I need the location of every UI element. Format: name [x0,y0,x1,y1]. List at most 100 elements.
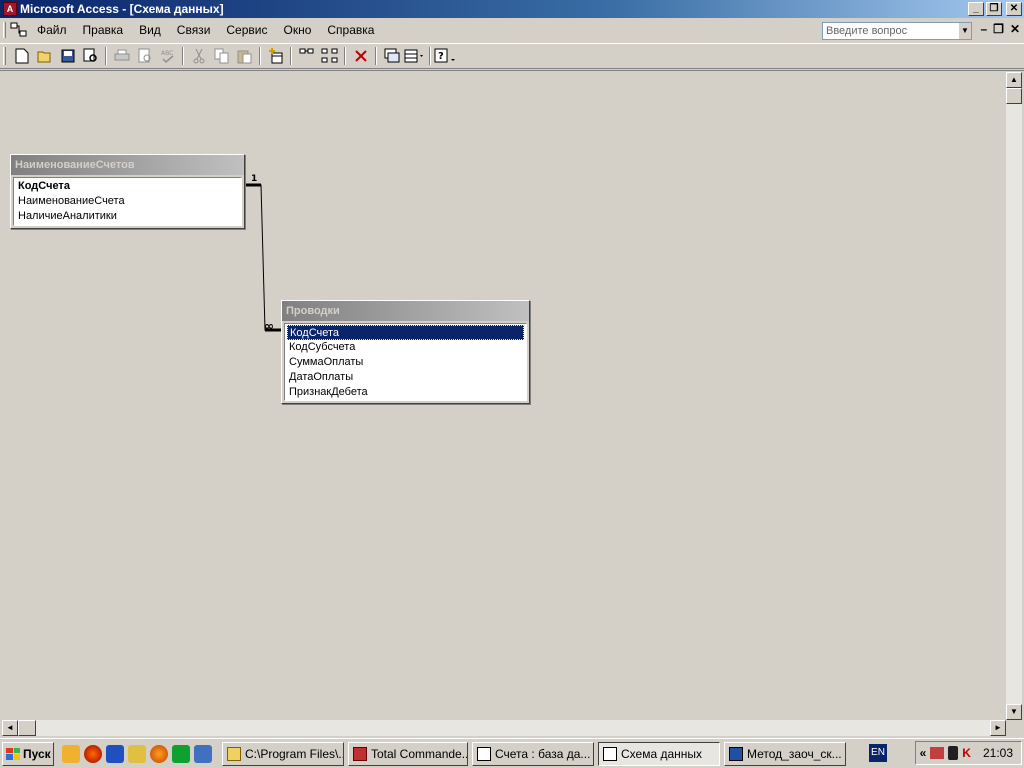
show-table-icon[interactable] [264,45,287,67]
svg-text:ABC: ABC [161,50,173,57]
relationships-window-icon[interactable] [10,22,28,38]
field-item-key[interactable]: КодСчета [16,179,239,194]
toolbar-grip[interactable] [3,47,6,65]
relationship-toolbar: ABC ? [0,43,1024,69]
horizontal-scrollbar[interactable]: ◄ ► [2,720,1006,736]
field-list-title[interactable]: НаименованиеСчетов [11,155,244,175]
task-word-document[interactable]: Метод_заоч_ск... [724,741,846,766]
field-item[interactable]: НаименованиеСчета [16,194,239,209]
field-item[interactable]: СуммаОплаты [287,355,524,370]
task-relationships[interactable]: Схема данных [598,741,720,766]
task-database[interactable]: Счета : база да... [472,741,594,766]
toolbar-separator [344,47,346,65]
doc-close-button[interactable]: ✕ [1010,22,1020,36]
spelling-icon[interactable]: ABC [156,45,179,67]
svg-text:?: ? [438,51,444,62]
title-bar: A Microsoft Access - [Схема данных] _ ❐ … [0,0,1024,18]
tool-icon[interactable] [128,744,146,763]
access-app-icon[interactable]: A [3,2,17,16]
doc-minimize-button[interactable]: – [980,22,987,36]
search-icon[interactable] [79,45,102,67]
delete-icon[interactable] [349,45,372,67]
task-total-commander[interactable]: Total Commande... [348,741,468,766]
field-list-body: КодСчета КодСубсчета СуммаОплаты ДатаОпл… [284,323,527,401]
language-indicator[interactable]: EN [869,744,887,762]
doc-restore-button[interactable]: ❐ [993,22,1004,36]
copy-icon[interactable] [210,45,233,67]
firefox-icon[interactable] [150,744,168,763]
disk-tool-icon[interactable] [106,744,124,763]
traffic-light-icon[interactable] [948,746,959,760]
print-icon[interactable] [110,45,133,67]
antivirus-icon[interactable]: K [962,746,971,760]
print-preview-icon[interactable] [133,45,156,67]
field-item[interactable]: НаличиеАналитики [16,209,239,224]
task-label: Счета : база да... [495,746,591,761]
field-list-title[interactable]: Проводки [282,301,529,321]
new-object-dropdown-icon[interactable] [403,45,426,67]
scroll-up-button[interactable]: ▲ [1006,72,1022,88]
clock[interactable]: 21:03 [983,746,1013,760]
field-list-postings[interactable]: Проводки КодСчета КодСубсчета СуммаОплат… [281,300,530,404]
chevron-down-icon[interactable]: ▼ [959,23,971,39]
field-item[interactable]: ДатаОплаты [287,370,524,385]
toolbar-separator [182,47,184,65]
field-item[interactable]: КодСубсчета [287,340,524,355]
toolbar-separator [429,47,431,65]
toolbar-separator [375,47,377,65]
relationships-icon [603,746,617,761]
new-object-icon[interactable] [380,45,403,67]
menu-view[interactable]: Вид [131,21,169,39]
system-tray: « K 21:03 [914,741,1022,765]
start-label: Пуск [23,746,51,761]
media-player-icon[interactable] [84,744,102,763]
paste-icon[interactable] [233,45,256,67]
task-label: Схема данных [621,746,703,761]
word-icon [729,746,743,761]
menu-help[interactable]: Справка [319,21,382,39]
vertical-scroll-thumb[interactable] [1006,88,1022,104]
task-label: C:\Program Files\... [245,746,344,761]
toolbar-separator [259,47,261,65]
show-desktop-icon[interactable] [194,744,212,763]
menu-relationships[interactable]: Связи [169,21,219,39]
task-label: Total Commande... [371,746,468,761]
quick-launch [62,744,212,763]
quick-launch-app-icon[interactable] [62,744,80,763]
window-title: Microsoft Access - [Схема данных] [20,2,224,16]
tray-expand-icon[interactable]: « [920,746,927,760]
app-launcher-icon[interactable] [172,744,190,763]
field-item-selected[interactable]: КодСчета [287,325,524,340]
new-icon[interactable] [10,45,33,67]
menu-file[interactable]: Файл [33,21,75,39]
scroll-left-button[interactable]: ◄ [2,720,18,736]
menu-window[interactable]: Окно [275,21,319,39]
scroll-down-button[interactable]: ▼ [1006,704,1022,720]
start-button[interactable]: Пуск [2,741,54,766]
close-button[interactable]: ✕ [1006,2,1022,16]
scroll-right-button[interactable]: ► [990,720,1006,736]
horizontal-scroll-thumb[interactable] [18,720,36,736]
save-icon[interactable] [56,45,79,67]
ask-question-input[interactable]: Введите вопрос ▼ [822,22,972,40]
vertical-scrollbar[interactable]: ▲ ▼ [1006,72,1022,720]
field-list-accounts[interactable]: НаименованиеСчетов КодСчета Наименование… [10,154,245,229]
minimize-button[interactable]: _ [968,2,984,16]
access-db-icon [477,746,491,761]
menu-edit[interactable]: Правка [75,21,132,39]
open-icon[interactable] [33,45,56,67]
cut-icon[interactable] [187,45,210,67]
show-direct-icon[interactable] [295,45,318,67]
show-all-icon[interactable] [318,45,341,67]
help-icon[interactable]: ? [434,45,457,67]
restore-button[interactable]: ❐ [986,2,1002,16]
menu-grip[interactable] [3,22,6,38]
field-item[interactable]: ПризнакДебета [287,385,524,400]
network-icon[interactable] [930,747,945,759]
menu-tools[interactable]: Сервис [218,21,275,39]
task-explorer[interactable]: C:\Program Files\... [222,741,344,766]
ask-question-placeholder: Введите вопрос [826,25,908,37]
toolbar-separator [105,47,107,65]
task-label: Метод_заоч_ск... [747,746,842,761]
folder-icon [227,746,241,761]
